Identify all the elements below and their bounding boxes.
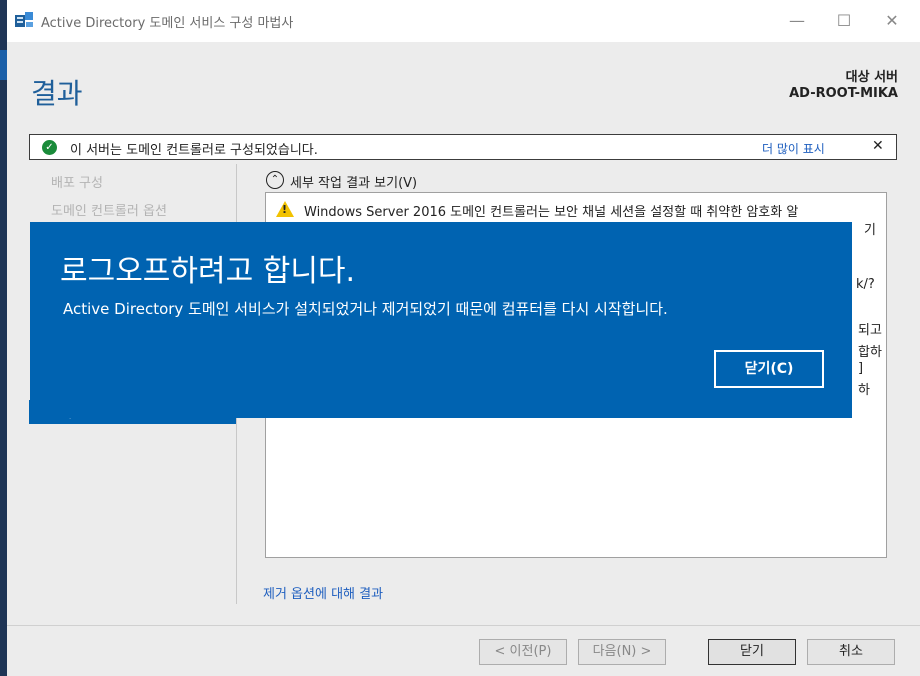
notification-heading: 로그오프하려고 합니다. [60,254,356,289]
results-fragment: k/? [856,277,875,292]
results-line: Windows Server 2016 도메인 컨트롤러는 보안 채널 세션을 … [304,205,799,220]
results-fragment: 되고 [858,323,882,338]
wizard-header: 결과 대상 서버 AD-ROOT-MIKA [7,42,920,134]
details-toggle-label: 세부 작업 결과 보기(V) [290,176,418,191]
show-more-link[interactable]: 더 많이 표시 [762,140,825,157]
close-window-button[interactable]: ✕ [869,6,915,36]
results-fragment: ] [858,361,864,376]
window-title: Active Directory 도메인 서비스 구성 마법사 [41,16,294,31]
desktop-background [0,0,7,676]
minimize-button[interactable]: — [774,6,820,36]
notification-body: Active Directory 도메인 서비스가 설치되었거나 제거되었기 때… [63,300,668,318]
sidebar-item-dc-options[interactable]: 도메인 컨트롤러 옵션 [51,200,167,219]
previous-button[interactable]: < 이전(P) [479,639,567,665]
page-title: 결과 [31,77,83,110]
target-server-name: AD-ROOT-MIKA [789,86,898,101]
server-manager-icon [15,12,33,27]
sidebar-item-deployment[interactable]: 배포 구성 [51,172,103,191]
status-notice: ✓ 이 서버는 도메인 컨트롤러로 구성되었습니다. 더 많이 표시 ✕ [29,134,897,160]
warning-mark: ! [282,203,288,216]
close-button[interactable]: 닫기 [708,639,796,665]
chevron-up-icon: ⌃ [266,171,284,189]
notification-close-button[interactable]: 닫기(C) [714,350,824,388]
signout-notification: 로그오프하려고 합니다. Active Directory 도메인 서비스가 설… [30,222,852,418]
title-bar: Active Directory 도메인 서비스 구성 마법사 — ☐ ✕ [7,0,920,42]
cancel-button[interactable]: 취소 [807,639,895,665]
footer-divider [7,625,920,626]
maximize-button[interactable]: ☐ [821,6,867,36]
next-button[interactable]: 다음(N) > [578,639,666,665]
target-server-label: 대상 서버 [845,70,898,85]
desktop-taskbar-highlight [0,50,7,80]
dismiss-notice-button[interactable]: ✕ [872,138,884,154]
check-circle-icon: ✓ [42,140,57,155]
results-fragment: 합하 [858,345,882,360]
results-fragment: 기 [864,223,876,238]
results-fragment: 하 [858,383,870,398]
removal-options-link[interactable]: 제거 옵션에 대해 결과 [263,583,383,602]
notice-message: 이 서버는 도메인 컨트롤러로 구성되었습니다. [70,143,318,158]
